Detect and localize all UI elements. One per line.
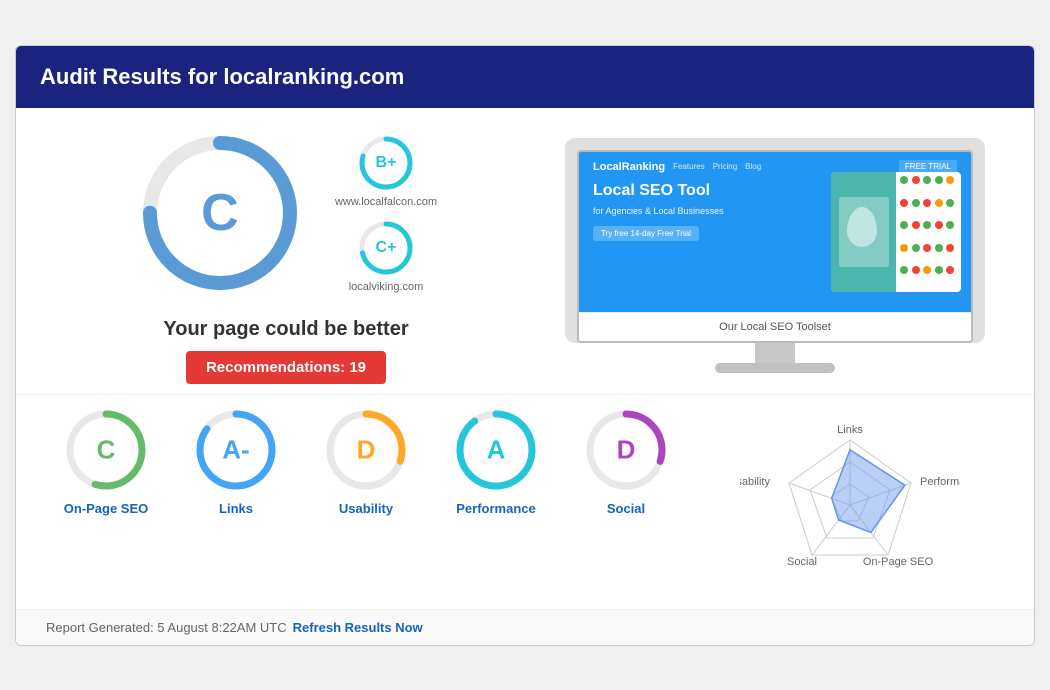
svg-text:On-Page SEO: On-Page SEO (863, 556, 934, 568)
recommendations-button[interactable]: Recommendations: 19 (186, 351, 386, 384)
score-social-label: Social (607, 501, 645, 516)
radar-chart: Links Performance On-Page SEO Social Usa… (740, 405, 960, 595)
audit-card: Audit Results for localranking.com C (15, 45, 1035, 646)
main-content: C B+ www.localfalcon.com (16, 108, 1034, 394)
screen-sub: for Agencies & Local Businesses (593, 206, 724, 216)
monitor-neck (755, 343, 795, 363)
svg-text:Performance: Performance (920, 476, 960, 488)
score-links: A- Links (176, 405, 296, 516)
svg-text:Links: Links (837, 424, 863, 436)
page-title: Audit Results for localranking.com (40, 64, 404, 89)
left-panel: C B+ www.localfalcon.com (46, 128, 526, 384)
competitor-2-grade: C+ (376, 239, 397, 257)
svg-text:Social: Social (787, 556, 817, 568)
main-grade-circle: C (135, 128, 305, 298)
screen-map (831, 172, 961, 292)
screen-caption: Our Local SEO Toolset (579, 312, 971, 341)
report-generated-text: Report Generated: 5 August 8:22AM UTC (46, 620, 287, 635)
monitor: LocalRanking Features Pricing Blog FREE … (565, 138, 985, 343)
page-message: Your page could be better (163, 318, 408, 341)
monitor-base (715, 363, 835, 373)
score-links-label: Links (219, 501, 253, 516)
svg-text:Usability: Usability (740, 476, 770, 488)
score-cards: C On-Page SEO A- Links (46, 405, 686, 516)
monitor-wrap: LocalRanking Features Pricing Blog FREE … (565, 138, 985, 373)
right-panel: LocalRanking Features Pricing Blog FREE … (546, 128, 1004, 384)
footer: Report Generated: 5 August 8:22AM UTC Re… (16, 609, 1034, 645)
score-usability-label: Usability (339, 501, 393, 516)
competitor-2-url: localviking.com (349, 281, 424, 293)
screen-logo: LocalRanking (593, 161, 665, 173)
score-on-page-seo-label: On-Page SEO (64, 501, 149, 516)
monitor-screen: LocalRanking Features Pricing Blog FREE … (577, 150, 973, 343)
radar-wrap: Links Performance On-Page SEO Social Usa… (696, 405, 1004, 595)
competitor-1: B+ www.localfalcon.com (335, 133, 437, 208)
screen-top: LocalRanking Features Pricing Blog FREE … (579, 152, 971, 312)
bottom-section: C On-Page SEO A- Links (16, 394, 1034, 609)
score-social: D Social (566, 405, 686, 516)
screen-hero: Local SEO Tool (593, 181, 724, 202)
page-header: Audit Results for localranking.com (16, 46, 1034, 108)
score-usability: D Usability (306, 405, 426, 516)
score-on-page-seo: C On-Page SEO (46, 405, 166, 516)
score-performance: A Performance (436, 405, 556, 516)
competitor-1-url: www.localfalcon.com (335, 196, 437, 208)
competitor-1-grade: B+ (376, 154, 397, 172)
competitor-circles: B+ www.localfalcon.com C+ localviking (335, 133, 437, 293)
main-grade-letter: C (201, 183, 239, 243)
competitor-2: C+ localviking.com (335, 218, 437, 293)
refresh-link[interactable]: Refresh Results Now (293, 620, 423, 635)
score-performance-label: Performance (456, 501, 535, 516)
grade-section: C B+ www.localfalcon.com (135, 128, 437, 298)
